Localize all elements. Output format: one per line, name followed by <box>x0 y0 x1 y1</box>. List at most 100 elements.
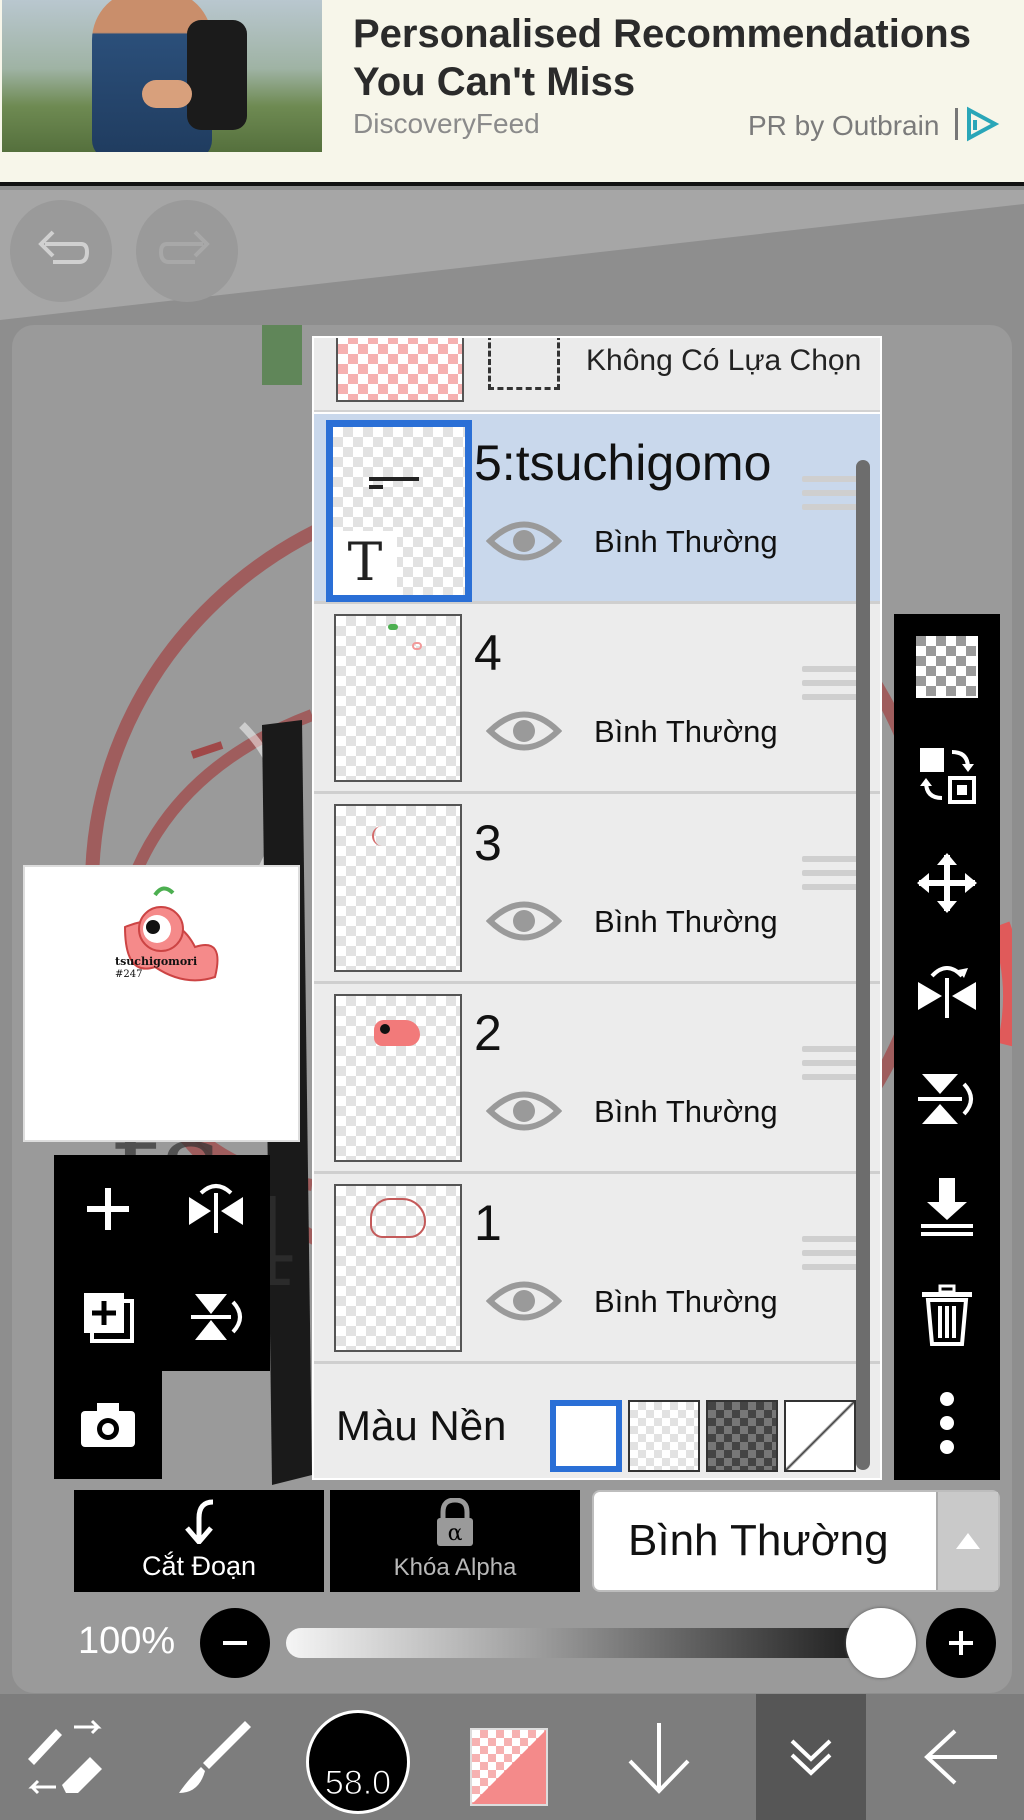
ad-image[interactable] <box>2 0 322 152</box>
tool-switch-button[interactable] <box>10 1694 120 1820</box>
camera-panel <box>54 1371 162 1479</box>
layer-down-button[interactable] <box>604 1694 714 1820</box>
bg-dark-swatch[interactable] <box>706 1400 778 1472</box>
add-layer-button[interactable] <box>54 1155 162 1263</box>
layer-row[interactable]: 4 Bình Thường <box>314 604 880 794</box>
blend-mode-dropdown-button[interactable] <box>936 1492 998 1590</box>
outbrain-logo-icon[interactable] <box>955 104 1001 144</box>
layer-thumbnail: T <box>326 420 472 602</box>
opacity-value: 100% <box>78 1620 176 1662</box>
merge-down-button[interactable] <box>894 1154 1000 1260</box>
selection-layer-row[interactable]: Không Có Lựa Chọn <box>314 338 880 412</box>
ad-banner[interactable]: Personalised Recommendations You Can't M… <box>0 0 1024 186</box>
layer-row[interactable]: 2 Bình Thường <box>314 984 880 1174</box>
layer-row[interactable]: 1 Bình Thường <box>314 1174 880 1364</box>
clipping-button[interactable]: Cắt Đoạn <box>74 1490 324 1592</box>
preview-text-line1: tsuchigomori <box>115 955 197 968</box>
flip-layer-horizontal-button[interactable] <box>894 938 1000 1044</box>
current-color-swatch[interactable] <box>470 1728 548 1806</box>
trash-icon <box>922 1284 972 1346</box>
eye-icon[interactable] <box>486 896 562 946</box>
ad-sponsor[interactable]: PR by Outbrain <box>748 110 939 142</box>
flip-vertical-icon <box>918 1074 973 1124</box>
more-options-button[interactable] <box>894 1370 1000 1476</box>
opacity-decrease-button[interactable] <box>200 1608 270 1678</box>
layers-panel: Không Có Lựa Chọn T 5:tsuchigomo Bình Th… <box>312 336 882 1480</box>
redo-icon <box>158 230 210 264</box>
move-icon <box>917 853 977 913</box>
swap-icon <box>920 748 976 804</box>
flip-vertical-icon <box>191 1294 242 1340</box>
delete-layer-button[interactable] <box>894 1262 1000 1368</box>
swap-layers-button[interactable] <box>894 722 1000 828</box>
back-button[interactable] <box>906 1694 1016 1820</box>
layer-name: 1 <box>474 1195 502 1251</box>
import-photo-button[interactable] <box>54 1371 162 1479</box>
eye-icon[interactable] <box>486 516 562 566</box>
layer-blend-mode: Bình Thường <box>594 714 778 749</box>
background-color-row: Màu Nền <box>314 1364 880 1478</box>
opacity-slider-handle[interactable] <box>846 1608 916 1678</box>
layers-scrollbar[interactable] <box>856 460 870 1470</box>
right-toolbar <box>894 614 1000 1480</box>
layer-blend-mode: Bình Thường <box>594 524 778 559</box>
camera-icon <box>81 1403 135 1447</box>
checkerboard-icon <box>916 636 978 698</box>
selection-marquee-icon <box>488 338 560 390</box>
layer-name: 3 <box>474 815 502 871</box>
merge-down-icon <box>921 1178 973 1236</box>
drag-handle-icon[interactable] <box>802 476 858 520</box>
layer-blend-mode: Bình Thường <box>594 1284 778 1319</box>
duplicate-icon <box>84 1293 134 1343</box>
opacity-increase-button[interactable] <box>926 1608 996 1678</box>
text-layer-marker: T <box>333 531 397 595</box>
flip-horizontal-button[interactable] <box>162 1155 270 1263</box>
pen-eraser-swap-icon <box>28 1719 102 1795</box>
arrow-left-icon <box>924 1729 997 1785</box>
bg-transparent-swatch[interactable] <box>628 1400 700 1472</box>
layer-name: 4 <box>474 625 502 681</box>
layer-row[interactable]: 3 Bình Thường <box>314 794 880 984</box>
drag-handle-icon[interactable] <box>802 856 858 900</box>
drag-handle-icon[interactable] <box>802 666 858 710</box>
layer-thumbnail <box>334 614 462 782</box>
background-color-label: Màu Nền <box>336 1402 507 1449</box>
double-chevron-down-icon <box>790 1739 832 1776</box>
drag-handle-icon[interactable] <box>802 1046 858 1090</box>
more-vertical-icon <box>940 1392 954 1454</box>
new-transparent-layer-button[interactable] <box>894 614 1000 720</box>
layer-thumbnail <box>334 804 462 972</box>
brush-size-indicator[interactable]: 58.0 <box>306 1710 410 1814</box>
selection-thumbnail <box>336 338 464 402</box>
eye-icon[interactable] <box>486 1086 562 1136</box>
opacity-slider[interactable] <box>286 1628 896 1658</box>
navigator-preview[interactable]: tsuchigomori #247 <box>23 865 300 1142</box>
brush-tool-button[interactable] <box>160 1694 270 1820</box>
duplicate-layer-button[interactable] <box>54 1263 162 1371</box>
move-button[interactable] <box>894 830 1000 936</box>
eye-icon[interactable] <box>486 706 562 756</box>
blend-mode-select[interactable]: Bình Thường <box>592 1490 1000 1592</box>
clip-arrow-icon <box>185 1499 214 1544</box>
flip-vertical-button[interactable] <box>162 1263 270 1371</box>
drag-handle-icon[interactable] <box>802 1236 858 1280</box>
flip-horizontal-icon <box>918 966 976 1018</box>
redo-button[interactable] <box>136 200 238 302</box>
bg-none-swatch[interactable] <box>784 1400 856 1472</box>
svg-text:α: α <box>448 1521 463 1546</box>
ad-title[interactable]: Personalised Recommendations You Can't M… <box>353 10 1013 106</box>
bg-white-swatch[interactable] <box>550 1400 622 1472</box>
layer-thumbnail <box>334 1184 462 1352</box>
undo-icon <box>38 230 90 264</box>
clipping-label: Cắt Đoạn <box>141 1551 257 1581</box>
eye-icon[interactable] <box>486 1276 562 1326</box>
layer-row[interactable]: T 5:tsuchigomo Bình Thường <box>314 414 880 604</box>
layers-toggle-button[interactable] <box>756 1694 866 1820</box>
alpha-lock-button[interactable]: α Khóa Alpha <box>330 1490 580 1592</box>
preview-artwork: tsuchigomori #247 <box>115 886 219 982</box>
layer-name: 5:tsuchigomo <box>474 435 772 491</box>
flip-layer-vertical-button[interactable] <box>894 1046 1000 1152</box>
caret-up-icon <box>956 1533 980 1549</box>
undo-button[interactable] <box>10 200 112 302</box>
selection-label: Không Có Lựa Chọn <box>586 344 862 377</box>
